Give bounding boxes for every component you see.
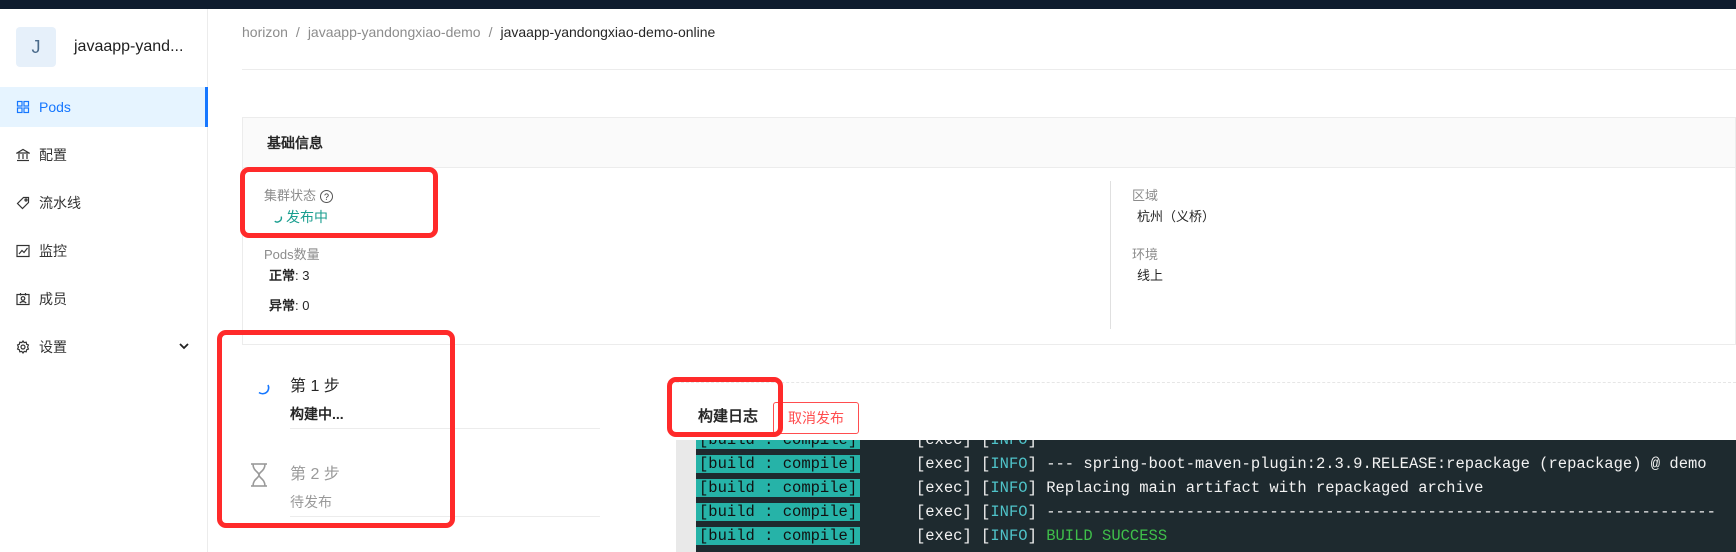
sidebar-item-label: 成员: [39, 291, 67, 307]
log-level: INFO: [990, 503, 1028, 521]
sidebar-item-label: 流水线: [39, 195, 81, 211]
abnormal-count: : 0: [295, 298, 310, 313]
log-line: [build : compile] [exec] [INFO]: [696, 440, 1037, 452]
member-card-icon: [16, 292, 30, 306]
sidebar-item-pipeline[interactable]: 流水线: [0, 183, 208, 223]
breadcrumb-item[interactable]: javaapp-yandongxiao-demo: [308, 24, 481, 40]
region-label: 区域: [1132, 188, 1159, 203]
log-exec: [exec] [: [860, 503, 991, 521]
cancel-release-button[interactable]: 取消发布: [773, 402, 859, 434]
build-log-panel: [build : compile] [exec] [INFO] [build :…: [676, 440, 1736, 552]
annotation-box-steps: [217, 330, 455, 528]
gear-icon: [16, 340, 30, 354]
basic-info-card: 基础信息 集群状态? 发布中 Pods数量 正常: 3 异常: 0 区域 杭州（…: [242, 117, 1736, 345]
pods-normal: 正常: 3: [269, 265, 309, 284]
log-level: INFO: [990, 527, 1028, 545]
log-message: ] Replacing main artifact with repackage…: [1027, 479, 1484, 497]
chevron-down-icon: [179, 343, 189, 350]
build-log-terminal[interactable]: [build : compile] [exec] [INFO] [build :…: [696, 440, 1736, 552]
log-tag: [build : compile]: [696, 455, 861, 473]
breadcrumb-separator: /: [295, 24, 300, 40]
log-tag: [build : compile]: [696, 479, 861, 497]
sidebar-item-label: 配置: [39, 147, 67, 163]
log-message: ] --- spring-boot-maven-plugin:2.3.9.REL…: [1027, 455, 1707, 473]
log-line: [build : compile] [exec] [INFO] --- spri…: [696, 452, 1707, 476]
log-message: ]: [1027, 440, 1037, 449]
log-level: INFO: [990, 479, 1028, 497]
divider: [242, 69, 1736, 70]
sidebar-item-members[interactable]: 成员: [0, 279, 208, 319]
app-name: javaapp-yand...: [74, 38, 184, 55]
top-bar: [0, 0, 1736, 9]
region-value: 杭州（义桥）: [1137, 209, 1216, 224]
grid-icon: [16, 100, 30, 114]
pods-abnormal: 异常: 0: [269, 295, 309, 314]
log-tag: [build : compile]: [696, 503, 861, 521]
normal-count: : 3: [295, 268, 310, 283]
column-divider: [1110, 181, 1111, 329]
log-exec: [exec] [: [860, 455, 991, 473]
app-header[interactable]: J javaapp-yand...: [16, 27, 183, 67]
sidebar-item-settings[interactable]: 设置: [0, 327, 208, 367]
log-tag: [build : compile]: [696, 440, 861, 449]
breadcrumb-current: javaapp-yandongxiao-demo-online: [500, 24, 716, 40]
sidebar: J javaapp-yand... Pods 配置 流水线 监控 成员 设置: [0, 9, 208, 552]
log-level: INFO: [990, 455, 1028, 473]
log-success: BUILD SUCCESS: [1046, 527, 1168, 545]
log-exec: [exec] [: [860, 440, 991, 449]
sidebar-menu: Pods 配置 流水线 监控 成员 设置: [0, 87, 208, 375]
annotation-box-build-log: [667, 377, 783, 437]
log-message: ] --------------------------------------…: [1027, 503, 1716, 521]
sidebar-item-config[interactable]: 配置: [0, 135, 208, 175]
avatar: J: [16, 27, 56, 67]
log-line: [build : compile] [exec] [INFO] --------…: [696, 500, 1716, 524]
log-tag: [build : compile]: [696, 527, 861, 545]
log-level: INFO: [990, 440, 1028, 449]
log-line: [build : compile] [exec] [INFO] Replacin…: [696, 476, 1483, 500]
pods-count-label: Pods数量: [264, 247, 320, 262]
sidebar-item-label: 设置: [39, 339, 67, 355]
bank-icon: [16, 148, 30, 162]
normal-label: 正常: [269, 268, 296, 283]
divider: [676, 382, 1736, 383]
sidebar-item-pods[interactable]: Pods: [0, 87, 208, 127]
tag-icon: [16, 196, 30, 210]
log-exec: [exec] [: [860, 527, 991, 545]
abnormal-label: 异常: [269, 298, 296, 313]
sidebar-item-label: 监控: [39, 243, 67, 259]
env-value: 线上: [1137, 268, 1164, 283]
breadcrumb: horizon / javaapp-yandongxiao-demo / jav…: [242, 24, 715, 40]
log-line: [build : compile] [exec] [INFO] BUILD SU…: [696, 524, 1167, 548]
env-label: 环境: [1132, 247, 1159, 262]
log-message: ]: [1027, 527, 1047, 545]
log-exec: [exec] [: [860, 479, 991, 497]
card-title: 基础信息: [243, 118, 1735, 168]
sidebar-item-monitor[interactable]: 监控: [0, 231, 208, 271]
annotation-box-cluster-status: [240, 167, 438, 238]
chart-icon: [16, 244, 30, 258]
breadcrumb-separator: /: [488, 24, 493, 40]
breadcrumb-item[interactable]: horizon: [242, 24, 288, 40]
sidebar-item-label: Pods: [39, 99, 71, 115]
